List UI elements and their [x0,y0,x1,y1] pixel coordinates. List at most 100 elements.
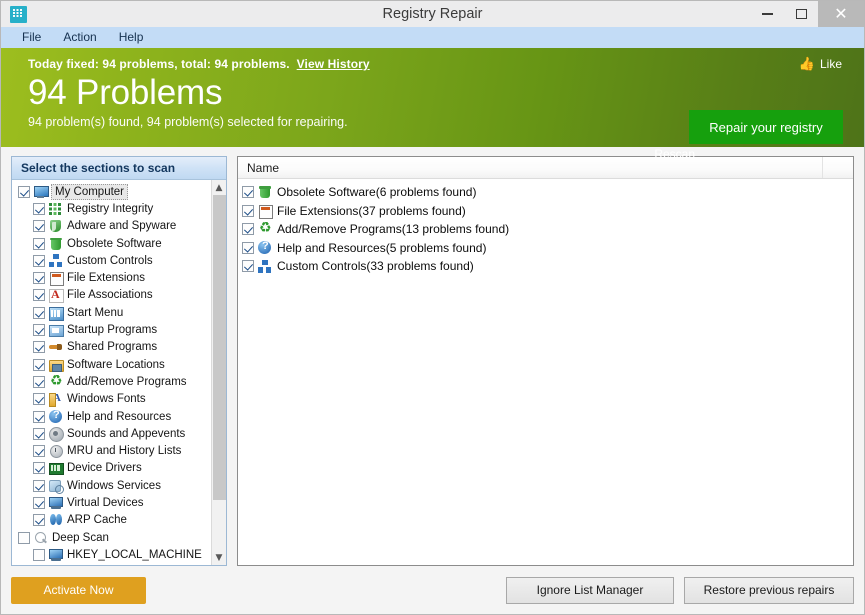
like-button[interactable]: 👍 Like [799,57,842,71]
recycle-icon [48,375,63,389]
sidebar-item[interactable]: Add/Remove Programs [12,373,211,390]
sidebar-item[interactable]: Adware and Spyware [12,218,211,235]
checkbox[interactable] [33,549,45,561]
sidebar-item[interactable]: File Associations [12,287,211,304]
scrollbar-thumb[interactable] [213,195,226,500]
sidebar-item[interactable]: Virtual Devices [12,494,211,511]
checkbox[interactable] [33,359,45,371]
item-label: Windows Services [67,479,161,493]
item-label: Software Locations [67,358,165,372]
network-nodes-icon [48,254,63,268]
content-area: Select the sections to scan My ComputerR… [1,147,864,566]
checkbox[interactable] [33,497,45,509]
column-header-name[interactable]: Name [238,161,279,175]
sidebar-item[interactable]: Custom Controls [12,252,211,269]
restore-previous-repairs-button[interactable]: Restore previous repairs [684,577,854,604]
sidebar-item[interactable]: Registry Integrity [12,200,211,217]
item-label: Obsolete Software(6 problems found) [277,185,476,199]
sidebar-item[interactable]: Help and Resources [12,408,211,425]
sidebar-item[interactable]: My Computer [12,183,211,200]
footer-actions: Ignore List Manager Restore previous rep… [506,577,854,604]
driver-icon [48,461,63,475]
virtual-device-icon [48,496,63,510]
result-row[interactable]: Custom Controls(33 problems found) [242,257,853,276]
sidebar-item[interactable]: Deep Scan [12,529,211,546]
close-button[interactable]: ✕ [818,1,864,27]
checkbox[interactable] [33,428,45,440]
scrollbar-track[interactable] [212,195,227,550]
item-label: Obsolete Software [67,237,162,251]
ignore-list-manager-button[interactable]: Ignore List Manager [506,577,674,604]
item-label: HKEY_LOCAL_MACHINE [67,548,202,562]
status-banner: Today fixed: 94 problems, total: 94 prob… [1,48,864,147]
minimize-button[interactable] [750,1,784,27]
startup-icon [48,323,63,337]
banner-status-line: Today fixed: 94 problems, total: 94 prob… [28,57,864,71]
checkbox[interactable] [33,289,45,301]
checkbox[interactable] [18,186,30,198]
sidebar-item[interactable]: Obsolete Software [12,235,211,252]
checkbox[interactable] [242,205,254,217]
view-history-link[interactable]: View History [297,57,370,71]
item-label: Shared Programs [67,340,157,354]
menu-help[interactable]: Help [108,27,155,48]
menu-file[interactable]: File [11,27,52,48]
checkbox[interactable] [33,255,45,267]
checkbox[interactable] [242,260,254,272]
result-row[interactable]: Add/Remove Programs(13 problems found) [242,220,853,239]
results-list: Obsolete Software(6 problems found) File … [238,179,853,276]
menu-action[interactable]: Action [52,27,107,48]
result-row[interactable]: File Extensions(37 problems found) [242,202,853,221]
sidebar-item[interactable]: Windows Fonts [12,391,211,408]
result-row[interactable]: Help and Resources(5 problems found) [242,239,853,258]
checkbox[interactable] [33,445,45,457]
repair-registry-button[interactable]: Repair your registry [689,110,843,144]
item-label: File Associations [67,288,153,302]
checkbox[interactable] [242,242,254,254]
sections-scrollbar[interactable]: ▲ ▼ [211,180,226,565]
checkbox[interactable] [18,532,30,544]
scroll-up-icon[interactable]: ▲ [212,180,227,195]
sidebar-item[interactable]: Windows Services [12,477,211,494]
item-label: File Extensions [67,271,145,285]
sidebar-item[interactable]: File Extensions [12,269,211,286]
thumbs-up-icon: 👍 [799,58,815,71]
checkbox[interactable] [33,324,45,336]
sidebar-item[interactable]: Start Menu [12,304,211,321]
item-label: My Computer [51,184,128,200]
registry-app-icon [10,6,27,23]
checkbox[interactable] [33,480,45,492]
checkbox[interactable] [242,186,254,198]
checkbox[interactable] [33,220,45,232]
sidebar-item[interactable]: MRU and History Lists [12,442,211,459]
sidebar-item[interactable]: Startup Programs [12,321,211,338]
sidebar-item[interactable]: ARP Cache [12,512,211,529]
checkbox[interactable] [33,393,45,405]
checkbox[interactable] [33,462,45,474]
result-row[interactable]: Obsolete Software(6 problems found) [242,183,853,202]
checkbox[interactable] [242,223,254,235]
help-icon [257,241,272,255]
checkbox[interactable] [33,238,45,250]
sections-tree-wrap: My ComputerRegistry IntegrityAdware and … [12,180,226,565]
sidebar-item[interactable]: Sounds and Appevents [12,425,211,442]
checkbox[interactable] [33,341,45,353]
checkbox[interactable] [33,411,45,423]
sidebar-item[interactable]: Software Locations [12,356,211,373]
sidebar-item[interactable]: Shared Programs [12,339,211,356]
checkbox[interactable] [33,203,45,215]
checkbox[interactable] [33,514,45,526]
item-label: Sounds and Appevents [67,427,185,441]
problem-count-headline: 94 Problems [28,72,864,114]
checkbox[interactable] [33,376,45,388]
checkbox[interactable] [33,307,45,319]
sidebar-item[interactable]: Device Drivers [12,460,211,477]
scroll-down-icon[interactable]: ▼ [212,550,227,565]
column-divider[interactable] [822,157,823,178]
banner-status-text: Today fixed: 94 problems, total: 94 prob… [28,57,290,71]
maximize-button[interactable] [784,1,818,27]
activate-now-button[interactable]: Activate Now [11,577,146,604]
checkbox[interactable] [33,272,45,284]
app-window: Registry Repair ✕ File Action Help Today… [0,0,865,615]
sidebar-item[interactable]: HKEY_LOCAL_MACHINE [12,546,211,563]
